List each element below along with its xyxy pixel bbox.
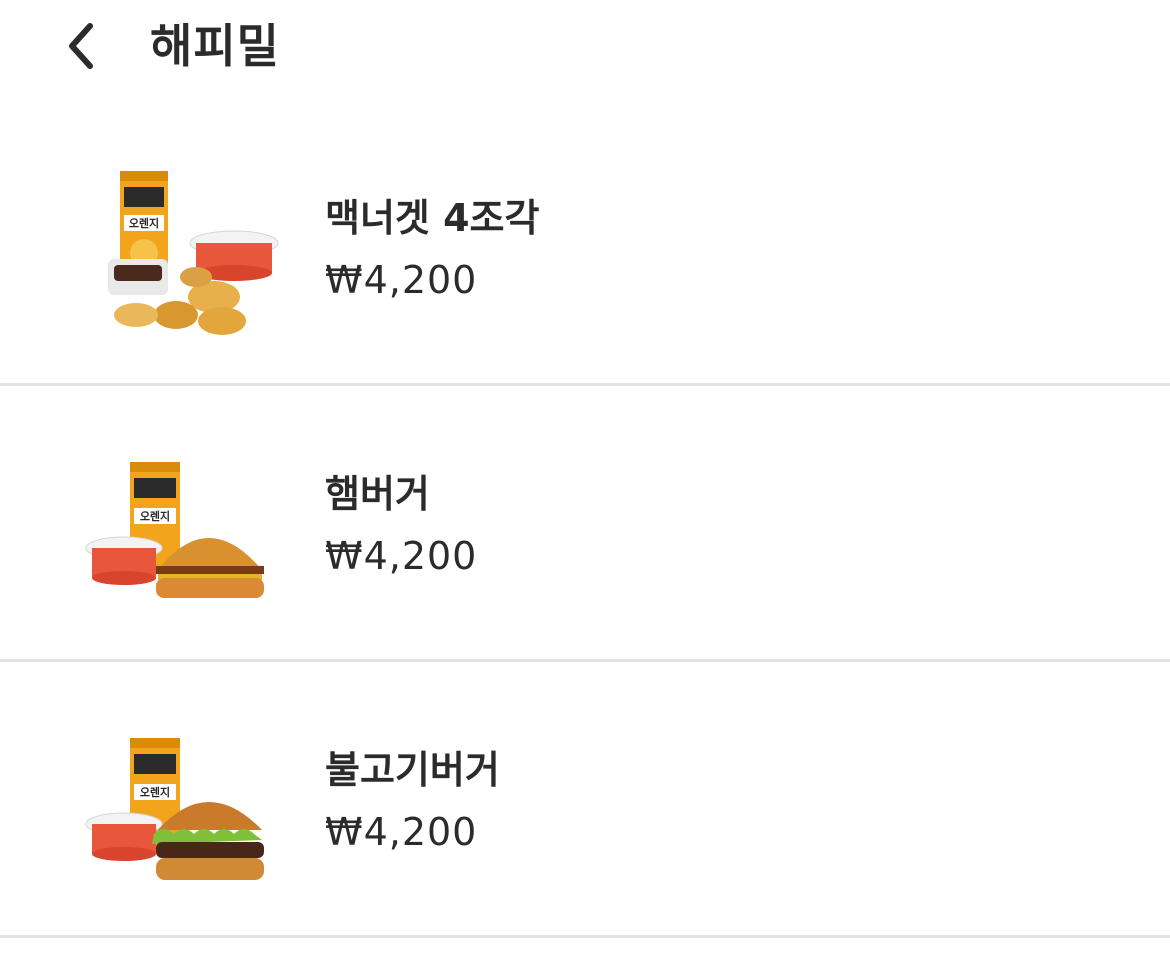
item-name: 햄버거: [325, 472, 430, 516]
item-price: ₩4,200: [325, 534, 478, 578]
item-price: ₩4,200: [325, 258, 478, 302]
menu-item-mcnuggets[interactable]: 오렌지 맥너겟 4조각 ₩4,200: [0, 110, 1170, 386]
menu-item-hamburger[interactable]: 오렌지 햄버거 ₩4,200: [0, 386, 1170, 662]
page-title: 해피밀: [150, 19, 280, 73]
svg-text:오렌지: 오렌지: [140, 509, 170, 523]
header: 해피밀: [0, 0, 1170, 96]
hamburger-set-image: 오렌지: [85, 462, 264, 598]
back-button[interactable]: [56, 14, 106, 78]
item-name: 불고기버거: [325, 748, 500, 792]
menu-item-bulgogi-burger[interactable]: 오렌지 불고기버거 ₩4,200: [0, 662, 1170, 938]
item-price: ₩4,200: [325, 810, 478, 854]
bulgogi-burger-set-image: 오렌지: [85, 738, 264, 880]
svg-text:오렌지: 오렌지: [140, 785, 170, 799]
menu-list: 오렌지 맥너겟 4조각 ₩4,200 오렌지 햄버거 ₩4,200 오렌지 불고…: [0, 110, 1170, 938]
mcnugget-set-image: 오렌지: [108, 171, 279, 335]
item-name: 맥너겟 4조각: [325, 196, 540, 240]
chevron-left-icon: [69, 23, 93, 69]
svg-text:오렌지: 오렌지: [129, 216, 159, 230]
